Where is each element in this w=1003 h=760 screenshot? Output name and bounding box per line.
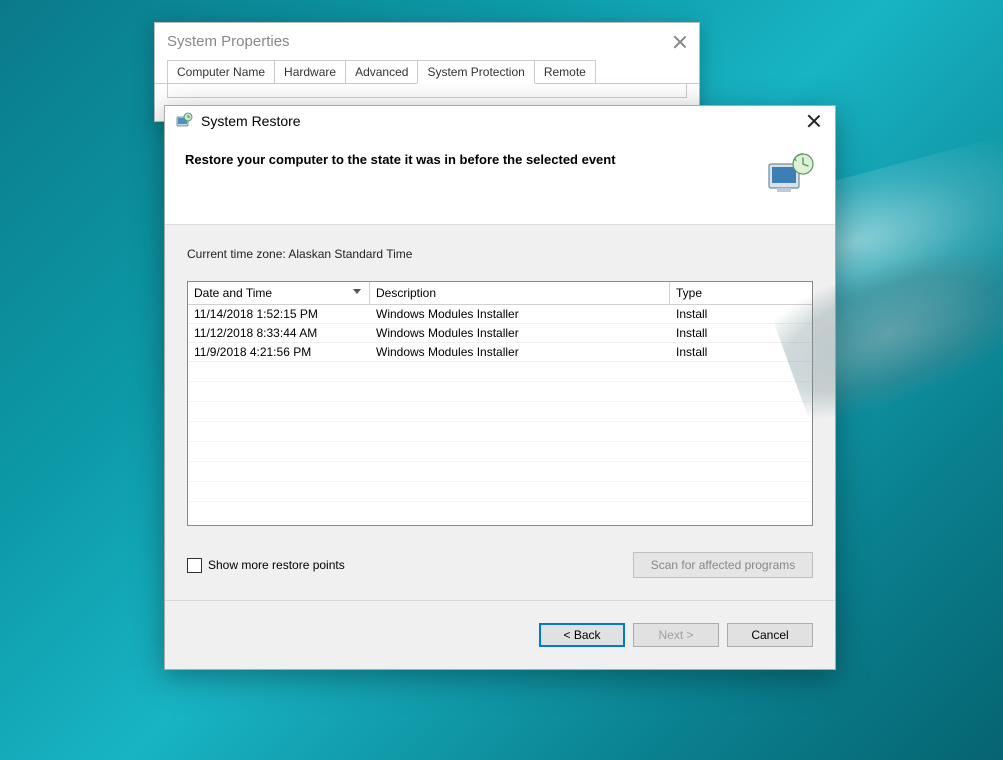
system-restore-icon xyxy=(175,112,193,130)
wizard-header: Restore your computer to the state it wa… xyxy=(165,134,835,225)
column-date-time-label: Date and Time xyxy=(194,286,272,300)
table-row[interactable]: 11/9/2018 4:21:56 PM Windows Modules Ins… xyxy=(188,343,812,362)
column-date-time[interactable]: Date and Time xyxy=(188,282,370,304)
table-row[interactable]: 11/12/2018 8:33:44 AM Windows Modules In… xyxy=(188,324,812,343)
cell-type: Install xyxy=(670,305,812,323)
cell-type: Install xyxy=(670,324,812,342)
cancel-button[interactable]: Cancel xyxy=(727,623,813,647)
tab-remote[interactable]: Remote xyxy=(534,60,596,83)
close-icon[interactable] xyxy=(807,114,821,128)
table-row-empty xyxy=(188,362,812,382)
tab-hardware[interactable]: Hardware xyxy=(274,60,346,83)
table-row-empty xyxy=(188,462,812,482)
system-restore-dialog: System Restore Restore your computer to … xyxy=(164,105,836,670)
cell-description: Windows Modules Installer xyxy=(370,343,670,361)
checkbox-icon[interactable] xyxy=(187,558,202,573)
dialog-title: System Restore xyxy=(201,113,301,129)
cell-description: Windows Modules Installer xyxy=(370,305,670,323)
wizard-titlebar: System Restore xyxy=(165,106,835,134)
close-icon[interactable] xyxy=(673,35,687,49)
table-row-empty xyxy=(188,502,812,522)
show-more-label: Show more restore points xyxy=(208,558,345,572)
sysprop-tabs: Computer Name Hardware Advanced System P… xyxy=(155,60,699,84)
table-header: Date and Time Description Type xyxy=(188,282,812,305)
sysprop-body xyxy=(167,84,687,98)
scan-affected-button[interactable]: Scan for affected programs xyxy=(633,552,813,578)
wizard-footer: < Back Next > Cancel xyxy=(165,600,835,669)
table-row[interactable]: 11/14/2018 1:52:15 PM Windows Modules In… xyxy=(188,305,812,324)
table-rows: 11/14/2018 1:52:15 PM Windows Modules In… xyxy=(188,305,812,522)
sysprop-titlebar: System Properties xyxy=(155,23,699,60)
table-row-empty xyxy=(188,482,812,502)
cell-type: Install xyxy=(670,343,812,361)
table-row-empty xyxy=(188,382,812,402)
cell-description: Windows Modules Installer xyxy=(370,324,670,342)
next-button[interactable]: Next > xyxy=(633,623,719,647)
timezone-label: Current time zone: Alaskan Standard Time xyxy=(187,247,813,261)
cell-datetime: 11/9/2018 4:21:56 PM xyxy=(188,343,370,361)
table-row-empty xyxy=(188,422,812,442)
column-type[interactable]: Type xyxy=(670,282,812,304)
tab-computer-name[interactable]: Computer Name xyxy=(167,60,275,83)
tab-advanced[interactable]: Advanced xyxy=(345,60,418,83)
cell-datetime: 11/12/2018 8:33:44 AM xyxy=(188,324,370,342)
table-row-empty xyxy=(188,402,812,422)
tab-system-protection[interactable]: System Protection xyxy=(417,60,534,84)
cell-datetime: 11/14/2018 1:52:15 PM xyxy=(188,305,370,323)
column-description[interactable]: Description xyxy=(370,282,670,304)
restore-computer-icon xyxy=(765,152,815,196)
show-more-checkbox[interactable]: Show more restore points xyxy=(187,558,345,573)
back-button[interactable]: < Back xyxy=(539,623,625,647)
wizard-heading: Restore your computer to the state it wa… xyxy=(185,152,616,167)
restore-points-table[interactable]: Date and Time Description Type 11/14/201… xyxy=(187,281,813,526)
table-row-empty xyxy=(188,442,812,462)
sysprop-title: System Properties xyxy=(167,33,290,50)
sort-descending-icon xyxy=(353,289,361,294)
